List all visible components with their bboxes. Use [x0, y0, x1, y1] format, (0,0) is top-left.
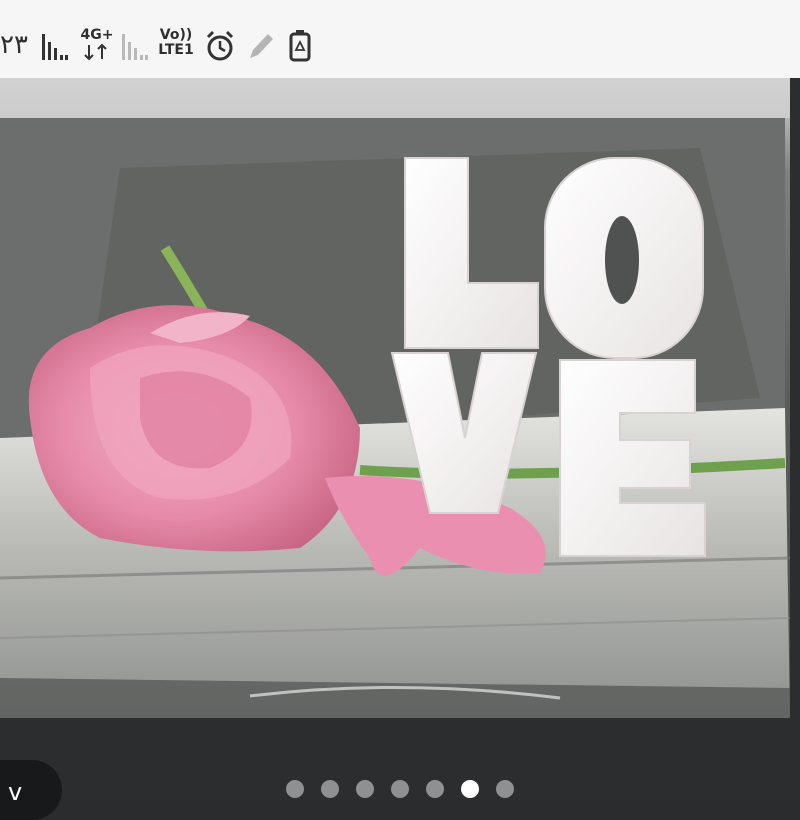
alarm-icon — [206, 30, 234, 61]
signal-weak-icon — [122, 34, 148, 60]
status-clock: ۲۳ — [0, 30, 28, 60]
pager-dot[interactable] — [356, 780, 374, 798]
gallery-pager[interactable] — [0, 780, 800, 800]
data-4g-icon: 4G+ — [80, 28, 114, 64]
pager-dot[interactable] — [286, 780, 304, 798]
pager-dot[interactable] — [461, 780, 479, 798]
pager-dot[interactable] — [391, 780, 409, 798]
volte-line2: LTE1 — [158, 42, 194, 58]
battery-recycle-icon — [289, 30, 311, 62]
pager-dot[interactable] — [496, 780, 514, 798]
love-rose-photo — [0, 78, 800, 728]
data-arrows-icon — [84, 43, 107, 61]
photo-viewer[interactable] — [0, 78, 800, 728]
signal-strength-icon — [42, 34, 68, 60]
network-type-label: 4G+ — [80, 27, 114, 43]
pager-dot[interactable] — [321, 780, 339, 798]
pencil-icon — [250, 34, 273, 58]
volte-icon: Vo)) LTE1 — [156, 28, 196, 64]
volte-line1: Vo)) — [159, 27, 193, 43]
pager-dot[interactable] — [426, 780, 444, 798]
